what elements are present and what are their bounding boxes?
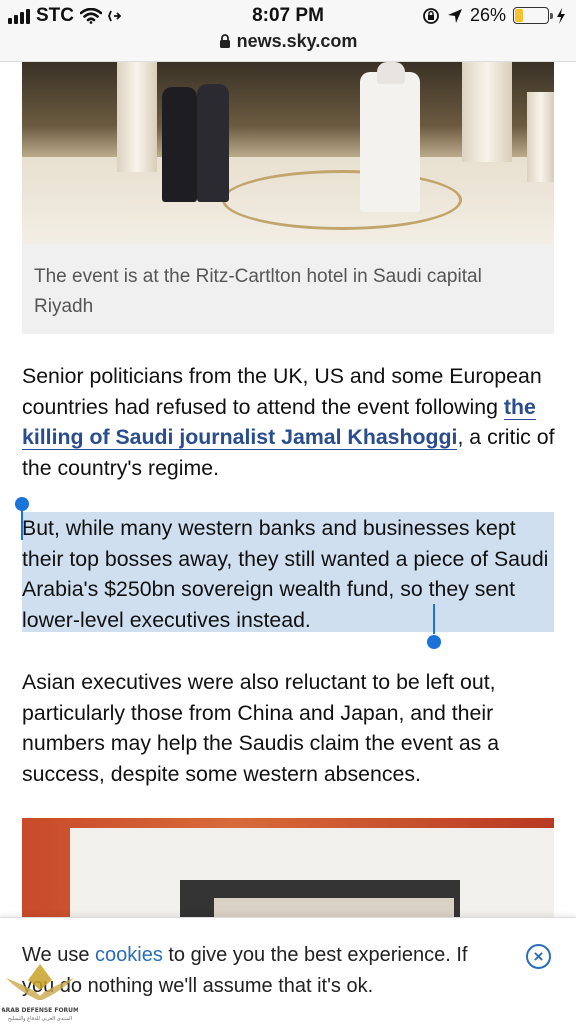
selection-start-caret xyxy=(21,508,23,540)
status-bar: STC 8:07 PM 26% xyxy=(0,0,576,30)
image-caption: The event is at the Ritz-Cartlton hotel … xyxy=(22,244,554,334)
charging-bolt-icon xyxy=(557,7,565,24)
cookies-link[interactable]: cookies xyxy=(95,944,163,966)
status-right: 26% xyxy=(422,5,566,26)
orientation-lock-icon xyxy=(423,7,439,24)
paragraph-2-selected: But, while many western banks and busine… xyxy=(22,516,549,632)
hero-image xyxy=(22,62,554,244)
selection-end-handle[interactable] xyxy=(427,635,441,649)
cookie-message: We use cookies to give you the best expe… xyxy=(22,940,502,1002)
url-domain: news.sky.com xyxy=(236,31,358,51)
cookie-banner: We use cookies to give you the best expe… xyxy=(0,917,576,1024)
url-display[interactable]: news.sky.com xyxy=(0,31,576,52)
article-image xyxy=(22,818,554,918)
close-icon[interactable]: × xyxy=(526,944,551,969)
paragraph-1: Senior politicians from the UK, US and s… xyxy=(22,361,562,483)
selection-start-handle[interactable] xyxy=(15,497,29,511)
paragraph-3: Asian executives were also reluctant to … xyxy=(22,670,500,786)
svg-text:المنتدى العربي للدفاع والتسليح: المنتدى العربي للدفاع والتسليح xyxy=(8,1016,72,1022)
address-bar[interactable]: news.sky.com xyxy=(0,30,576,62)
battery-percent: 26% xyxy=(469,5,506,25)
p1-text-before: Senior politicians from the UK, US and s… xyxy=(22,364,542,419)
location-arrow-icon xyxy=(447,8,462,23)
arab-defense-forum-logo: ARAB DEFENSE FORUM المنتدى العربي للدفاع… xyxy=(2,964,78,1022)
battery-fill xyxy=(515,9,524,22)
selection-end-caret xyxy=(433,604,435,634)
svg-text:ARAB DEFENSE FORUM: ARAB DEFENSE FORUM xyxy=(2,1007,78,1014)
battery-icon xyxy=(513,7,553,24)
lock-icon xyxy=(219,34,230,48)
